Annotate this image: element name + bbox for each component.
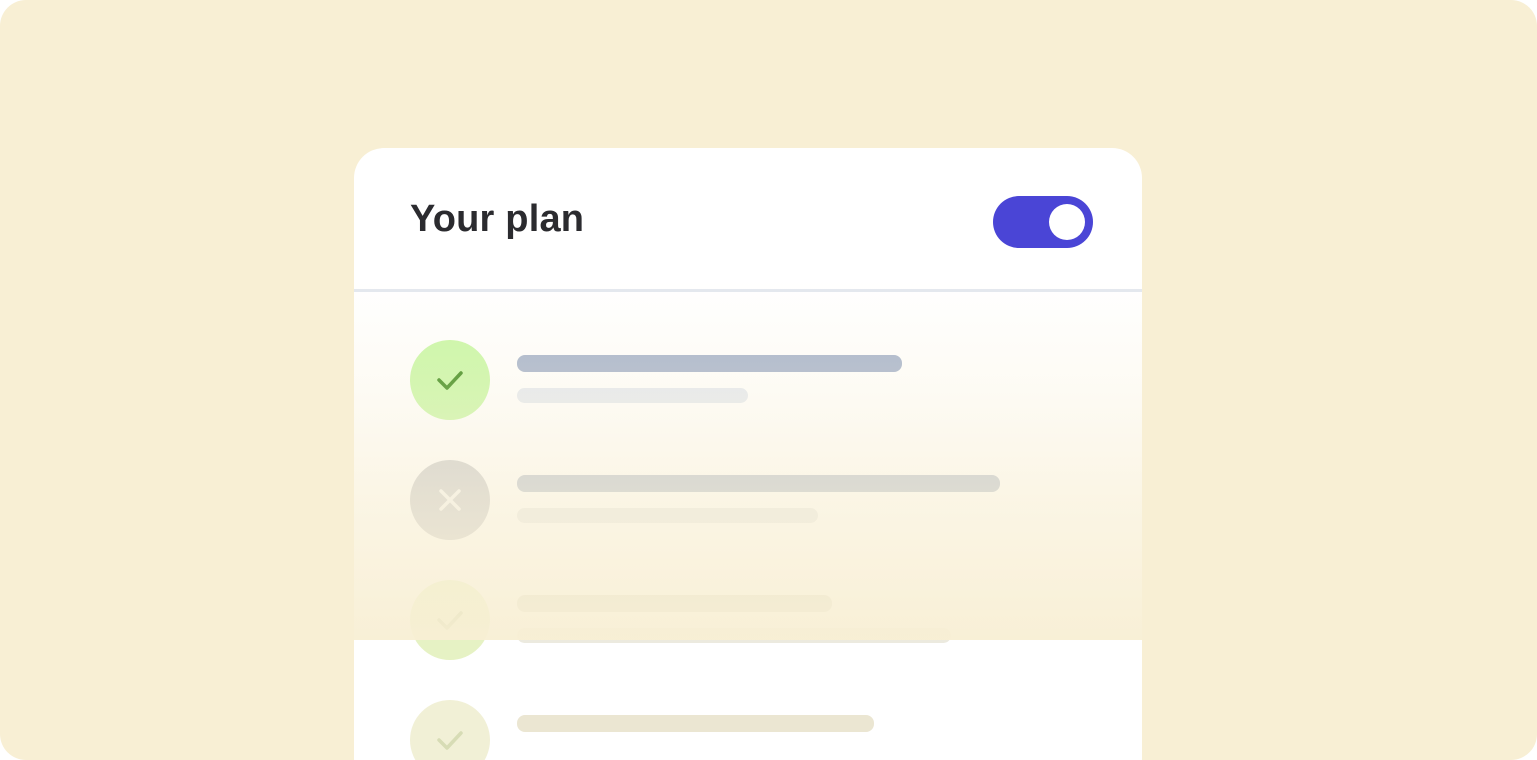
feature-title-placeholder [517, 355, 902, 372]
included-status-badge [410, 340, 490, 420]
feature-title-placeholder [517, 715, 874, 732]
included-status-badge [410, 700, 490, 760]
feature-description-placeholder [517, 508, 818, 523]
plan-title: Your plan [410, 198, 585, 240]
plan-feature-row [410, 340, 1110, 420]
check-icon [437, 611, 463, 630]
toggle-knob [1049, 204, 1085, 240]
plan-toggle-switch[interactable] [993, 196, 1093, 248]
feature-description-placeholder [517, 628, 951, 643]
check-icon [437, 371, 463, 390]
plan-feature-row [410, 460, 1110, 540]
plan-card-header: Your plan [354, 148, 1142, 292]
plan-feature-row [410, 580, 1110, 660]
included-status-badge [410, 580, 490, 660]
feature-description-placeholder [517, 388, 748, 403]
background-canvas: Your plan [0, 0, 1537, 760]
plan-card: Your plan [354, 148, 1142, 760]
x-icon [439, 489, 461, 511]
excluded-status-badge [410, 460, 490, 540]
feature-title-placeholder [517, 475, 1000, 492]
plan-feature-row [410, 700, 1110, 760]
check-icon [437, 731, 463, 750]
feature-title-placeholder [517, 595, 832, 612]
